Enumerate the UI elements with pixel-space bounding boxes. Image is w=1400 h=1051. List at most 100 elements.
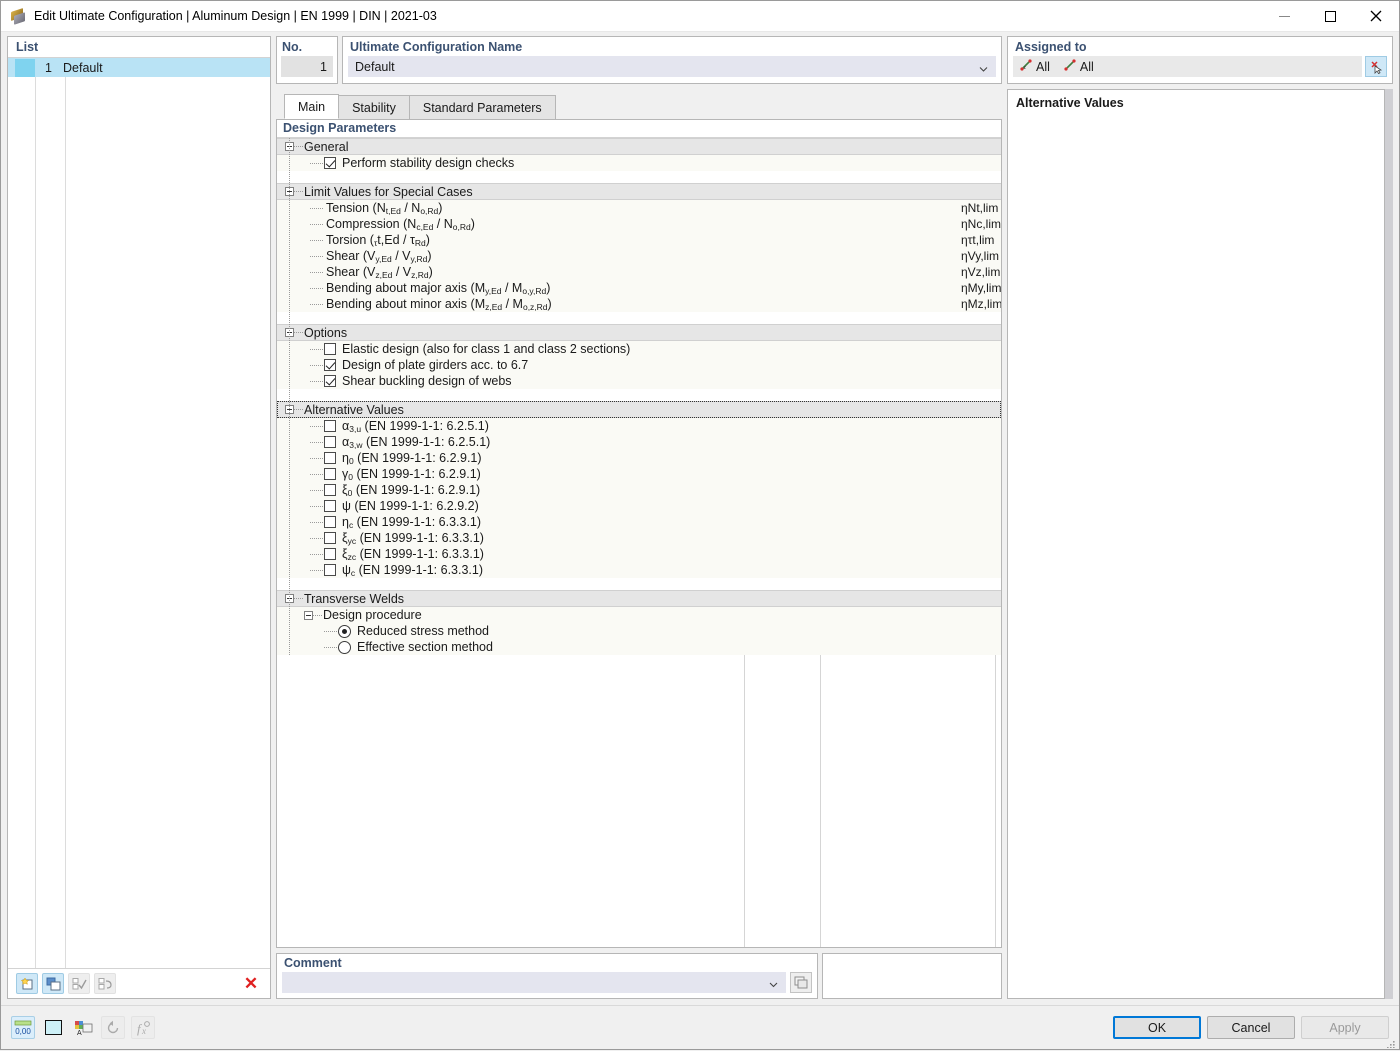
cancel-button[interactable]: Cancel	[1207, 1016, 1295, 1039]
parameter-row[interactable]: Effective section method	[277, 639, 1001, 655]
ok-button[interactable]: OK	[1113, 1016, 1201, 1039]
delete-configuration-icon[interactable]: ✕	[240, 973, 262, 994]
group-label: Transverse Welds	[304, 592, 404, 606]
comment-combobox[interactable]	[282, 972, 786, 993]
right-panel-scrollbar[interactable]	[1385, 89, 1393, 999]
parameter-checkbox[interactable]	[324, 436, 336, 448]
design-parameters-grid[interactable]: GeneralPerform stability design checks Li…	[277, 138, 1001, 947]
comment-templates-icon[interactable]	[790, 972, 812, 993]
parameter-checkbox[interactable]	[324, 375, 336, 387]
collapse-icon[interactable]	[304, 611, 313, 620]
close-button[interactable]	[1353, 1, 1399, 32]
parameter-checkbox[interactable]	[324, 157, 336, 169]
parameter-checkbox[interactable]	[324, 564, 336, 576]
parameter-row[interactable]: ψ (EN 1999-1-1: 6.2.9.2)	[277, 498, 1001, 514]
parameter-row[interactable]: Shear buckling design of webs	[277, 373, 1001, 389]
parameter-checkbox[interactable]	[324, 468, 336, 480]
parameter-checkbox[interactable]	[324, 452, 336, 464]
group-row[interactable]: Transverse Welds	[277, 590, 1001, 607]
minimize-button[interactable]	[1261, 1, 1307, 32]
parameter-row[interactable]: α3,u (EN 1999-1-1: 6.2.5.1)	[277, 418, 1001, 434]
configuration-name-combobox[interactable]: Default	[348, 56, 996, 77]
parameter-row[interactable]: ψc (EN 1999-1-1: 6.3.3.1)	[277, 562, 1001, 578]
comment-group: Comment	[276, 953, 818, 999]
parameter-symbol: ηMz,lim	[961, 297, 1001, 311]
delete-glyph: ✕	[244, 975, 258, 992]
parameter-row[interactable]: ξyc (EN 1999-1-1: 6.3.3.1)	[277, 530, 1001, 546]
parameter-row[interactable]: Shear (Vy,Ed / Vy,Rd)ηVy,lim0.001--	[277, 248, 1001, 264]
parameter-label: α3,u (EN 1999-1-1: 6.2.5.1)	[342, 419, 489, 433]
maximize-button[interactable]	[1307, 1, 1353, 32]
subgroup-row[interactable]: Design procedure	[277, 607, 1001, 623]
list-item-number: 1	[35, 61, 57, 75]
configuration-list[interactable]: 1 Default	[8, 58, 270, 968]
parameter-row[interactable]: ξ0 (EN 1999-1-1: 6.2.9.1)	[277, 482, 1001, 498]
group-row[interactable]: Alternative Values	[277, 401, 1001, 418]
parameter-checkbox[interactable]	[324, 532, 336, 544]
display-settings-icon[interactable]: A	[71, 1016, 95, 1039]
parameter-radio[interactable]	[338, 641, 351, 654]
svg-text:x: x	[141, 1026, 146, 1036]
spacer-row	[277, 312, 1001, 324]
parameter-row[interactable]: Compression (Nc,Ed / No,Rd)ηNc,lim0.001-…	[277, 216, 1001, 232]
copy-configuration-icon[interactable]	[42, 973, 64, 994]
parameter-label: α3,w (EN 1999-1-1: 6.2.5.1)	[342, 435, 490, 449]
parameter-row[interactable]: Reduced stress method	[277, 623, 1001, 639]
list-item[interactable]: 1 Default	[8, 58, 270, 77]
parameter-label: Effective section method	[357, 640, 493, 654]
group-row[interactable]: Limit Values for Special Cases	[277, 183, 1001, 200]
number-field-group: No. 1	[276, 36, 338, 84]
group-row[interactable]: Options	[277, 324, 1001, 341]
parameter-row[interactable]: Torsion (τt,Ed / τRd)ητt,lim0.010--	[277, 232, 1001, 248]
parameter-row[interactable]: Tension (Nt,Ed / No,Rd)ηNt,lim0.001--	[277, 200, 1001, 216]
number-input[interactable]: 1	[281, 56, 333, 77]
tab-standard-parameters[interactable]: Standard Parameters	[409, 95, 556, 119]
parameter-checkbox[interactable]	[324, 500, 336, 512]
parameter-row[interactable]: Bending about major axis (My,Ed / Mo,y,R…	[277, 280, 1001, 296]
parameter-checkbox[interactable]	[324, 420, 336, 432]
parameter-row[interactable]: Perform stability design checks	[277, 155, 1001, 171]
parameter-label: Tension (Nt,Ed / No,Rd)	[326, 201, 442, 215]
app-icon	[9, 7, 27, 25]
decimal-places-icon[interactable]: 0,00	[11, 1016, 35, 1039]
assigned-to-field[interactable]: z All All	[1013, 56, 1362, 77]
parameter-checkbox[interactable]	[324, 548, 336, 560]
parameter-checkbox[interactable]	[324, 516, 336, 528]
name-field-group: Ultimate Configuration Name Default	[342, 36, 1002, 84]
parameter-row[interactable]: ηc (EN 1999-1-1: 6.3.3.1)	[277, 514, 1001, 530]
parameter-row[interactable]: η0 (EN 1999-1-1: 6.2.9.1)	[277, 450, 1001, 466]
comment-strip: Comment	[276, 953, 1002, 999]
tab-stability[interactable]: Stability	[338, 95, 410, 119]
subgroup-label: Design procedure	[323, 608, 422, 622]
parameter-checkbox[interactable]	[324, 359, 336, 371]
name-label: Ultimate Configuration Name	[343, 37, 1001, 54]
parameter-row[interactable]: γ0 (EN 1999-1-1: 6.2.9.1)	[277, 466, 1001, 482]
parameter-checkbox[interactable]	[324, 343, 336, 355]
reset-icon	[101, 1016, 125, 1039]
resize-grip-icon[interactable]	[1386, 1037, 1396, 1047]
parameter-radio[interactable]	[338, 625, 351, 638]
list-toolbar: ✕	[8, 968, 270, 998]
parameter-row[interactable]: Elastic design (also for class 1 and cla…	[277, 341, 1001, 357]
select-objects-icon[interactable]	[1365, 56, 1387, 77]
title-bar: Edit Ultimate Configuration | Aluminum D…	[1, 1, 1399, 32]
parameter-label: Bending about minor axis (Mz,Ed / Mo,z,R…	[326, 297, 552, 311]
parameter-label: ψc (EN 1999-1-1: 6.3.3.1)	[342, 563, 483, 577]
group-row[interactable]: General	[277, 138, 1001, 155]
assigned-to-entry-label: All	[1080, 60, 1094, 74]
parameter-label: ηc (EN 1999-1-1: 6.3.3.1)	[342, 515, 481, 529]
parameter-symbol: ηNc,lim	[961, 217, 1001, 231]
tab-main[interactable]: Main	[284, 94, 339, 119]
parameter-row[interactable]: α3,w (EN 1999-1-1: 6.2.5.1)	[277, 434, 1001, 450]
parameter-label: Reduced stress method	[357, 624, 489, 638]
new-configuration-icon[interactable]	[16, 973, 38, 994]
parameter-row[interactable]: Bending about minor axis (Mz,Ed / Mo,z,R…	[277, 296, 1001, 312]
parameter-row[interactable]: Design of plate girders acc. to 6.7	[277, 357, 1001, 373]
color-swatch-icon[interactable]	[41, 1016, 65, 1039]
parameter-row[interactable]: ξzc (EN 1999-1-1: 6.3.3.1)	[277, 546, 1001, 562]
parameter-checkbox[interactable]	[324, 484, 336, 496]
parameter-row[interactable]: Shear (Vz,Ed / Vz,Rd)ηVz,lim0.001--	[277, 264, 1001, 280]
spacer-row	[277, 171, 1001, 183]
group-label: Limit Values for Special Cases	[304, 185, 473, 199]
dialog-window: Edit Ultimate Configuration | Aluminum D…	[0, 0, 1400, 1050]
